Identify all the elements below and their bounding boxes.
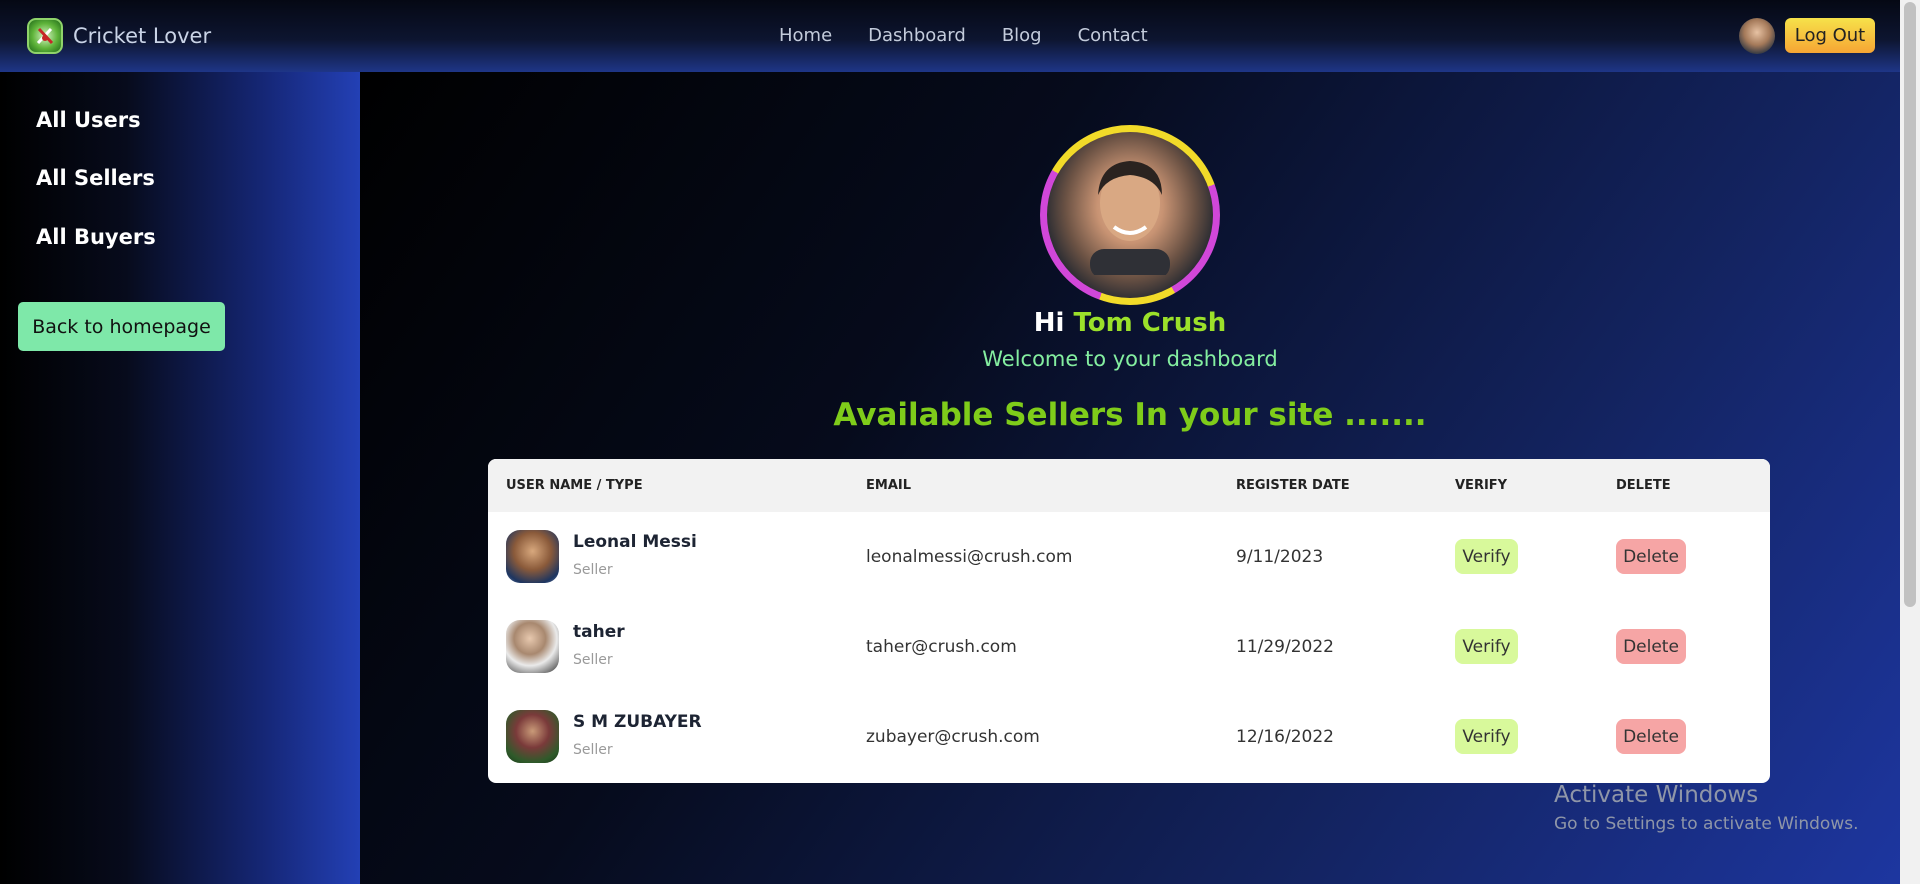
cricket-logo-icon — [27, 18, 63, 54]
activate-windows-subtitle: Go to Settings to activate Windows. — [1554, 814, 1859, 834]
back-to-homepage-button[interactable]: Back to homepage — [18, 302, 225, 351]
main-content: Hi Tom Crush Welcome to your dashboard A… — [360, 72, 1900, 884]
navbar: Cricket Lover Home Dashboard Blog Contac… — [0, 0, 1920, 72]
greeting-hi: Hi — [1033, 308, 1065, 338]
table-row: S M ZUBAYER Seller zubayer@crush.com 12/… — [488, 692, 1770, 782]
sellers-table: USER NAME / TYPE EMAIL REGISTER DATE VER… — [488, 459, 1770, 783]
delete-button[interactable]: Delete — [1616, 719, 1686, 754]
sidebar: All Users All Sellers All Buyers Back to… — [0, 72, 360, 884]
delete-button[interactable]: Delete — [1616, 629, 1686, 664]
verify-button[interactable]: Verify — [1455, 629, 1518, 664]
logout-button[interactable]: Log Out — [1785, 18, 1875, 53]
column-header-username: USER NAME / TYPE — [506, 478, 643, 493]
nav-links: Home Dashboard Blog Contact — [779, 25, 1184, 46]
sidebar-item-all-buyers[interactable]: All Buyers — [36, 225, 156, 249]
register-date: 11/29/2022 — [1236, 637, 1334, 657]
user-type: Seller — [573, 652, 613, 668]
user-type: Seller — [573, 742, 613, 758]
sellers-heading: Available Sellers In your site ....... — [833, 397, 1427, 433]
column-header-email: EMAIL — [866, 478, 911, 493]
column-header-verify: VERIFY — [1455, 478, 1508, 493]
user-name: Leonal Messi — [573, 532, 697, 552]
nav-link-home[interactable]: Home — [779, 25, 832, 46]
sidebar-item-all-sellers[interactable]: All Sellers — [36, 166, 155, 190]
greeting-user-name: Tom Crush — [1073, 308, 1227, 338]
avatar — [506, 530, 559, 583]
table-header: USER NAME / TYPE EMAIL REGISTER DATE VER… — [488, 459, 1770, 512]
avatar — [506, 620, 559, 673]
nav-link-dashboard[interactable]: Dashboard — [868, 25, 966, 46]
verify-button[interactable]: Verify — [1455, 719, 1518, 754]
user-avatar-icon — [1090, 161, 1170, 275]
nav-link-contact[interactable]: Contact — [1078, 25, 1148, 46]
table-row: Leonal Messi Seller leonalmessi@crush.co… — [488, 512, 1770, 602]
avatar — [506, 710, 559, 763]
sidebar-item-all-users[interactable]: All Users — [36, 108, 141, 132]
table-row: taher Seller taher@crush.com 11/29/2022 … — [488, 602, 1770, 692]
column-header-delete: DELETE — [1616, 478, 1671, 493]
verify-button[interactable]: Verify — [1455, 539, 1518, 574]
user-email: taher@crush.com — [866, 637, 1017, 657]
user-type: Seller — [573, 562, 613, 578]
user-avatar[interactable] — [1739, 18, 1775, 54]
page-scrollbar[interactable] — [1900, 0, 1920, 884]
brand-name: Cricket Lover — [73, 24, 212, 48]
greeting: Hi Tom Crush — [360, 308, 1900, 338]
welcome-text: Welcome to your dashboard — [982, 347, 1278, 371]
activate-windows-title: Activate Windows — [1554, 782, 1759, 808]
column-header-register-date: REGISTER DATE — [1236, 478, 1350, 493]
delete-button[interactable]: Delete — [1616, 539, 1686, 574]
nav-link-blog[interactable]: Blog — [1002, 25, 1042, 46]
scrollbar-thumb[interactable] — [1904, 2, 1916, 607]
user-email: leonalmessi@crush.com — [866, 547, 1073, 567]
register-date: 9/11/2023 — [1236, 547, 1324, 567]
user-name: S M ZUBAYER — [573, 712, 702, 732]
profile-photo — [1047, 132, 1213, 298]
user-name: taher — [573, 622, 625, 642]
profile-avatar-ring — [1040, 125, 1220, 305]
user-email: zubayer@crush.com — [866, 727, 1040, 747]
register-date: 12/16/2022 — [1236, 727, 1334, 747]
brand[interactable]: Cricket Lover — [27, 18, 211, 54]
